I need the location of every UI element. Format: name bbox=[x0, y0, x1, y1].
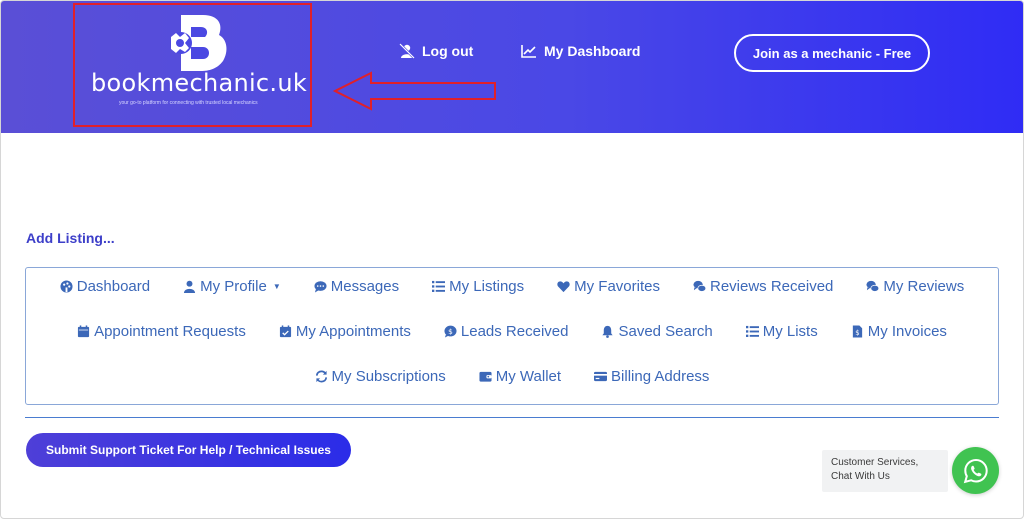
menu-item-my-invoices[interactable]: $ My Invoices bbox=[851, 323, 947, 340]
wallet-icon bbox=[479, 371, 492, 382]
submit-support-ticket-button[interactable]: Submit Support Ticket For Help / Technic… bbox=[26, 433, 351, 467]
caret-down-icon: ▼ bbox=[272, 282, 281, 291]
add-listing-heading: Add Listing... bbox=[26, 230, 115, 246]
svg-text:$: $ bbox=[448, 327, 453, 336]
menu-item-my-lists[interactable]: My Lists bbox=[745, 323, 818, 340]
logo-mark-icon[interactable] bbox=[167, 11, 231, 73]
heart-icon bbox=[557, 281, 570, 293]
join-mechanic-button[interactable]: Join as a mechanic - Free bbox=[734, 34, 930, 72]
comments-icon bbox=[866, 280, 880, 292]
dollar-comment-icon: $ bbox=[444, 325, 457, 338]
menu-item-my-reviews[interactable]: My Reviews bbox=[866, 278, 964, 295]
logo-highlight-box: bookmechanic.uk your go-to platform for … bbox=[73, 3, 312, 127]
calendar-icon bbox=[77, 325, 90, 338]
comments-icon bbox=[693, 280, 706, 292]
menu-item-messages[interactable]: Messages bbox=[314, 278, 399, 295]
logout-link[interactable]: Log out bbox=[399, 43, 473, 59]
menu-row-2: Appointment Requests My Appointments $ L… bbox=[26, 323, 998, 340]
logout-label: Log out bbox=[422, 43, 474, 59]
section-divider bbox=[25, 417, 999, 418]
bell-icon bbox=[602, 325, 614, 338]
menu-row-1: Dashboard My Profile ▼ Messages My Listi… bbox=[26, 278, 998, 295]
menu-item-dashboard[interactable]: Dashboard bbox=[60, 278, 150, 295]
site-header: bookmechanic.uk your go-to platform for … bbox=[1, 1, 1023, 133]
whatsapp-chat-button[interactable] bbox=[952, 447, 999, 494]
menu-item-my-wallet[interactable]: My Wallet bbox=[479, 368, 561, 385]
menu-item-label: My Profile bbox=[200, 278, 267, 295]
refresh-icon bbox=[315, 370, 327, 383]
menu-item-reviews-received[interactable]: Reviews Received bbox=[693, 278, 833, 295]
menu-item-label: Appointment Requests bbox=[94, 323, 246, 340]
menu-item-label: Messages bbox=[330, 278, 400, 295]
whatsapp-icon bbox=[963, 458, 988, 483]
menu-item-label: My Favorites bbox=[574, 278, 660, 295]
user-slash-icon bbox=[399, 43, 415, 59]
calendar-check-icon bbox=[279, 325, 291, 338]
menu-item-my-profile[interactable]: My Profile ▼ bbox=[183, 278, 281, 295]
invoice-icon: $ bbox=[852, 325, 862, 338]
svg-text:$: $ bbox=[855, 329, 859, 337]
palette-icon bbox=[60, 280, 73, 293]
chart-line-icon bbox=[521, 45, 536, 58]
menu-item-label: My Invoices bbox=[867, 323, 947, 340]
my-dashboard-label: My Dashboard bbox=[544, 43, 641, 59]
list-icon bbox=[432, 280, 446, 292]
comment-icon bbox=[314, 281, 327, 293]
user-icon bbox=[184, 280, 196, 293]
list-icon bbox=[745, 325, 759, 337]
menu-item-my-subscriptions[interactable]: My Subscriptions bbox=[315, 368, 446, 385]
menu-item-appointment-requests[interactable]: Appointment Requests bbox=[77, 323, 246, 340]
menu-item-my-favorites[interactable]: My Favorites bbox=[557, 278, 660, 295]
menu-item-label: Leads Received bbox=[460, 323, 569, 340]
menu-item-label: Reviews Received bbox=[710, 278, 834, 295]
menu-item-label: My Subscriptions bbox=[331, 368, 446, 385]
menu-item-label: Billing Address bbox=[611, 368, 710, 385]
credit-card-icon bbox=[594, 371, 608, 382]
chat-prompt-bubble[interactable]: Customer Services, Chat With Us bbox=[822, 450, 948, 492]
menu-item-my-appointments[interactable]: My Appointments bbox=[279, 323, 411, 340]
menu-item-label: My Listings bbox=[449, 278, 525, 295]
menu-item-label: My Appointments bbox=[295, 323, 411, 340]
logo-text[interactable]: bookmechanic.uk bbox=[91, 69, 307, 97]
menu-item-label: My Wallet bbox=[495, 368, 562, 385]
logo-tagline: your go-to platform for connecting with … bbox=[119, 100, 258, 106]
menu-item-my-listings[interactable]: My Listings bbox=[432, 278, 524, 295]
menu-item-billing-address[interactable]: Billing Address bbox=[594, 368, 709, 385]
dashboard-menu: Dashboard My Profile ▼ Messages My Listi… bbox=[25, 267, 999, 405]
menu-item-label: My Reviews bbox=[883, 278, 965, 295]
menu-item-label: Saved Search bbox=[618, 323, 713, 340]
red-arrow-annotation bbox=[332, 71, 496, 111]
page-frame: bookmechanic.uk your go-to platform for … bbox=[0, 0, 1024, 519]
menu-item-leads-received[interactable]: $ Leads Received bbox=[444, 323, 569, 340]
my-dashboard-link[interactable]: My Dashboard bbox=[521, 43, 640, 59]
menu-item-saved-search[interactable]: Saved Search bbox=[601, 323, 713, 340]
menu-row-3: My Subscriptions My Wallet Billing Addre… bbox=[26, 368, 998, 385]
menu-item-label: Dashboard bbox=[76, 278, 151, 295]
menu-item-label: My Lists bbox=[762, 323, 818, 340]
